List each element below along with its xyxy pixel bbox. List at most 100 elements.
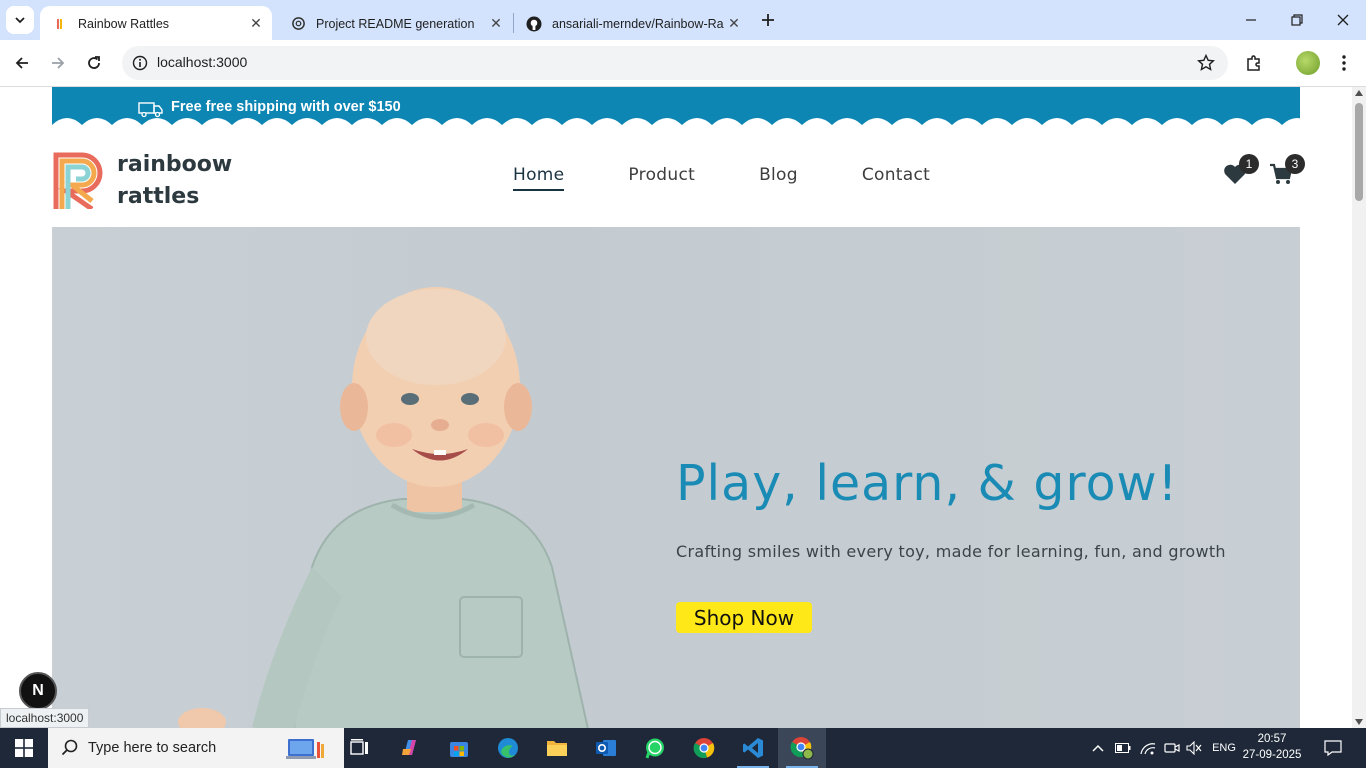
- shop-now-button[interactable]: Shop Now: [676, 602, 812, 633]
- whatsapp-icon: [645, 738, 664, 759]
- notifications-button[interactable]: [1318, 728, 1348, 768]
- tab-github-repo[interactable]: ansariali-merndev/Rainbow-Ra ✕: [514, 6, 750, 41]
- edge-icon: [498, 738, 518, 758]
- close-icon[interactable]: ✕: [724, 14, 744, 34]
- wishlist-count-badge: 1: [1239, 154, 1259, 174]
- more-vertical-icon: [1342, 55, 1346, 71]
- taskbar-whatsapp[interactable]: [631, 728, 679, 768]
- page-scrollbar[interactable]: [1352, 87, 1366, 728]
- task-view-button[interactable]: [336, 728, 384, 768]
- announcement-text: Free free shipping with over $150: [171, 99, 401, 115]
- store-icon: [450, 742, 468, 757]
- search-placeholder: Type here to search: [88, 740, 217, 756]
- reload-button[interactable]: [79, 48, 109, 78]
- tab-label: ansariali-merndev/Rainbow-Ra: [552, 16, 724, 31]
- notification-icon: [1324, 740, 1342, 756]
- new-tab-button[interactable]: [756, 8, 780, 32]
- vscode-icon: [743, 738, 763, 758]
- url-text[interactable]: localhost:3000: [157, 54, 247, 70]
- chevron-down-icon: [15, 17, 25, 24]
- tab-rainbow-rattles[interactable]: Rainbow Rattles ✕: [40, 6, 272, 41]
- link-status-bubble: localhost:3000: [0, 708, 90, 728]
- profile-avatar[interactable]: [1296, 51, 1320, 75]
- cart-button[interactable]: 3: [1269, 154, 1305, 189]
- nav-home[interactable]: Home: [513, 165, 565, 191]
- hero-section: Play, learn, & grow! Crafting smiles wit…: [52, 227, 1300, 728]
- plus-icon: [762, 14, 774, 26]
- close-icon[interactable]: ✕: [486, 14, 506, 34]
- tray-battery[interactable]: [1112, 728, 1134, 768]
- clock-date: 27-09-2025: [1242, 749, 1302, 761]
- bookmark-star-icon[interactable]: [1196, 53, 1216, 73]
- chrome-profile-icon: [790, 737, 814, 760]
- page-viewport: Free free shipping with over $150 rainbo…: [0, 87, 1352, 728]
- tray-language[interactable]: ENG: [1208, 728, 1240, 768]
- volume-muted-icon: [1186, 741, 1202, 755]
- tray-network[interactable]: [1137, 728, 1159, 768]
- windows-logo-icon: [15, 739, 33, 757]
- site-header: rainboow rattles Home Product Blog Conta…: [52, 131, 1305, 227]
- logo-line: rainboow: [117, 152, 233, 177]
- hero-subtitle: Crafting smiles with every toy, made for…: [676, 542, 1226, 561]
- camera-icon: [1164, 743, 1180, 753]
- tray-volume[interactable]: [1183, 728, 1205, 768]
- logo-wordmark[interactable]: rainboow rattles: [117, 149, 232, 213]
- taskbar-edge[interactable]: [484, 728, 532, 768]
- chrome-icon: [693, 738, 715, 759]
- taskbar-copilot[interactable]: [386, 728, 434, 768]
- nav-product[interactable]: Product: [628, 165, 695, 191]
- taskbar-vscode[interactable]: [729, 728, 777, 768]
- windows-taskbar: Type here to search ENG 20:57 27-09-2025: [0, 728, 1366, 768]
- scroll-up-arrow-icon[interactable]: [1355, 90, 1363, 96]
- nextjs-dev-indicator[interactable]: N: [19, 672, 57, 710]
- taskbar-search-box[interactable]: Type here to search: [48, 728, 344, 768]
- site-info-icon[interactable]: [130, 53, 150, 73]
- tray-overflow-button[interactable]: [1088, 728, 1108, 768]
- chevron-up-icon: [1092, 744, 1104, 752]
- wishlist-button[interactable]: 1: [1223, 154, 1259, 189]
- restore-button[interactable]: [1274, 0, 1320, 40]
- start-button[interactable]: [0, 728, 48, 768]
- close-window-button[interactable]: [1320, 0, 1366, 40]
- hero-title: Play, learn, & grow!: [676, 455, 1179, 512]
- forward-button[interactable]: [43, 48, 73, 78]
- site-favicon-icon: [52, 16, 68, 32]
- tab-search-button[interactable]: [6, 6, 34, 34]
- tab-readme-generation[interactable]: Project README generation ✕: [278, 6, 512, 41]
- folder-icon: [547, 741, 567, 756]
- arrow-left-icon: [15, 57, 28, 69]
- announcement-bar: Free free shipping with over $150: [52, 87, 1300, 131]
- tab-label: Project README generation: [316, 16, 475, 31]
- nav-contact[interactable]: Contact: [862, 165, 930, 191]
- minimize-button[interactable]: [1228, 0, 1274, 40]
- taskbar-clock[interactable]: 20:57 27-09-2025: [1240, 731, 1304, 763]
- taskbar-chrome[interactable]: [680, 728, 728, 768]
- taskbar-outlook[interactable]: [582, 728, 630, 768]
- network-icon: [1140, 743, 1156, 755]
- restore-icon: [1291, 14, 1303, 26]
- rainbow-r-logo-icon[interactable]: [52, 149, 106, 209]
- nav-blog[interactable]: Blog: [759, 165, 798, 191]
- scallop-border: [52, 118, 1300, 131]
- hero-baby-image: [178, 287, 589, 728]
- taskbar-microsoft-store[interactable]: [435, 728, 483, 768]
- logo-line: rattles: [117, 184, 200, 209]
- clock-time: 20:57: [1257, 733, 1287, 745]
- browser-toolbar: localhost:3000: [0, 40, 1366, 87]
- taskbar-file-explorer[interactable]: [533, 728, 581, 768]
- github-icon: [526, 16, 542, 32]
- browser-menu-button[interactable]: [1334, 50, 1354, 76]
- scroll-thumb[interactable]: [1355, 103, 1363, 201]
- browser-tabstrip: Rainbow Rattles ✕ Project README generat…: [0, 0, 1366, 41]
- taskbar-chrome-profile[interactable]: [778, 728, 826, 768]
- battery-icon: [1115, 743, 1131, 753]
- scroll-down-arrow-icon[interactable]: [1355, 719, 1363, 725]
- extensions-button[interactable]: [1241, 50, 1267, 76]
- close-icon[interactable]: ✕: [246, 14, 266, 34]
- task-view-icon: [350, 739, 368, 755]
- address-bar[interactable]: localhost:3000: [122, 46, 1228, 80]
- back-button[interactable]: [7, 48, 37, 78]
- tray-meet[interactable]: [1161, 728, 1183, 768]
- close-icon: [1337, 14, 1349, 26]
- reload-icon: [88, 56, 100, 69]
